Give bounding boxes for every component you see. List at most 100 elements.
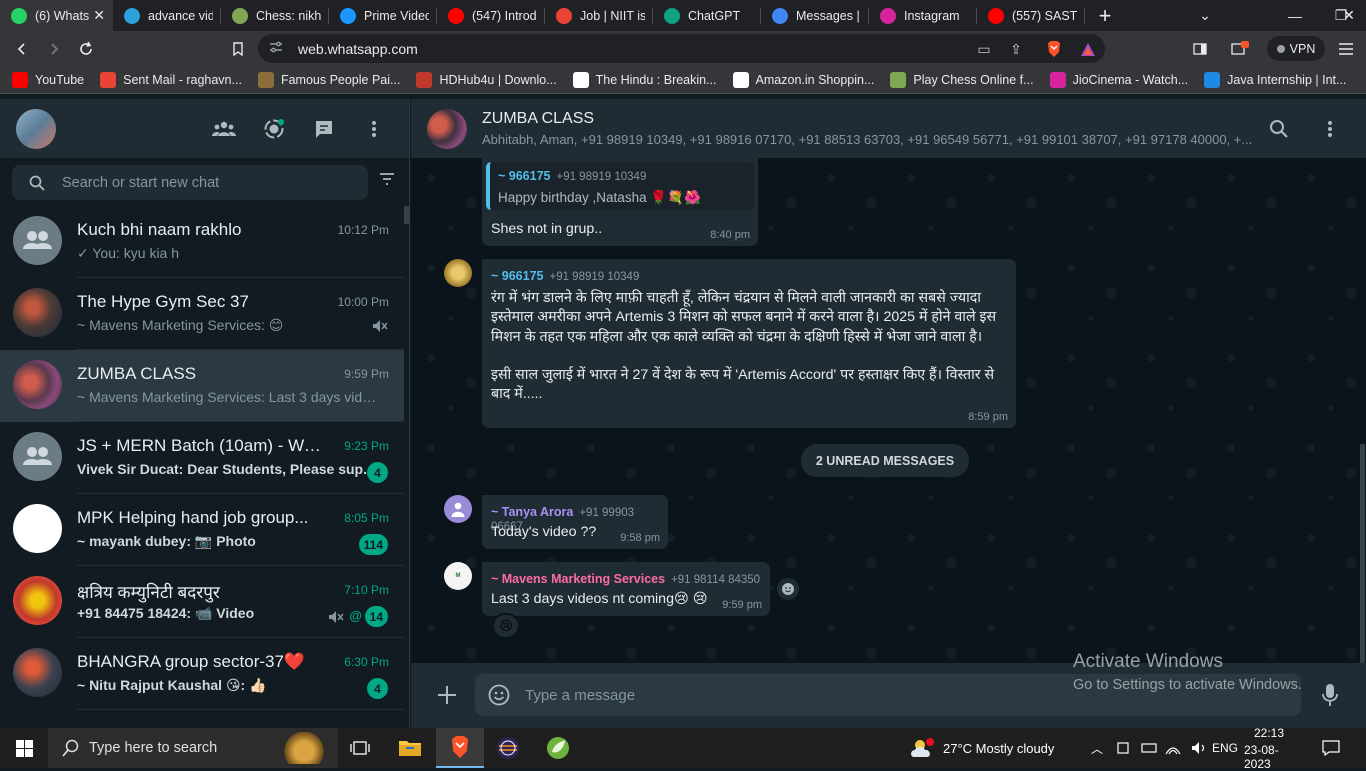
taskbar-search-box[interactable]: Type here to search xyxy=(48,728,338,768)
chat-list-scrollbar[interactable] xyxy=(404,206,410,224)
chat-list-item[interactable]: Kuch bhi naam rakhlo 10:12 Pm ✓ You: kyu k… xyxy=(0,206,404,278)
bookmark-item[interactable]: HDHub4u | Downlo... xyxy=(416,71,557,88)
chat-list-item[interactable]: ZUMBA CLASS 9:59 Pm ~ Mavens Marketing Ser… xyxy=(0,350,404,422)
browser-tab[interactable]: (557) SASTE S xyxy=(977,0,1085,31)
message-bubble[interactable]: ~ Mavens Marketing Services +91 98114 843… xyxy=(482,562,770,616)
chat-name: MPK Helping hand job group... xyxy=(77,508,309,527)
browser-tab[interactable]: (547) Introduc xyxy=(437,0,545,31)
start-button[interactable] xyxy=(0,728,48,768)
reload-button[interactable] xyxy=(70,33,102,65)
bookmark-icon[interactable] xyxy=(226,37,250,61)
forward-button[interactable] xyxy=(38,33,70,65)
chat-avatar[interactable] xyxy=(13,360,62,409)
browser-tab[interactable]: Instagram xyxy=(869,0,977,31)
site-info-icon[interactable] xyxy=(268,39,290,58)
cast-icon[interactable]: ▭ xyxy=(972,37,996,61)
message-bubble[interactable]: ~ 966175 +91 98919 10349 रंग में भंग डालन… xyxy=(482,259,1016,428)
search-messages-icon[interactable] xyxy=(1269,119,1289,144)
browser-tab[interactable]: (6) WhatsApp✕ xyxy=(0,0,113,31)
browser-tab[interactable]: Messages | M xyxy=(761,0,869,31)
show-hidden-icons[interactable]: ︿ xyxy=(1091,728,1103,768)
chat-list-item[interactable]: क्षत्रिय कम्युनिटी बदरपुर 7:10 Pm +91 8447… xyxy=(0,566,404,638)
brave-rewards-icon[interactable] xyxy=(1076,37,1100,61)
new-tab-button[interactable]: + xyxy=(1085,0,1125,31)
sender-avatar[interactable] xyxy=(444,259,472,287)
brave-shields-icon[interactable] xyxy=(1042,37,1066,61)
tab-search-button[interactable]: ⌄ xyxy=(1182,0,1228,31)
menu-icon[interactable] xyxy=(362,117,386,141)
vpn-button[interactable]: VPN xyxy=(1267,36,1325,61)
eclipse-icon[interactable] xyxy=(494,734,522,762)
bookmark-item[interactable]: Famous People Pai... xyxy=(257,71,400,88)
chat-list-item[interactable]: BHANGRA group sector-37❤️ 6:30 Pm ~ Nitu R… xyxy=(0,638,404,710)
chat-list-item[interactable]: JS + MERN Batch (10am) - Wee... 9:23 Pm Vi… xyxy=(0,422,404,494)
browser-tab[interactable]: Prime Video: I xyxy=(329,0,437,31)
notifications-icon[interactable] xyxy=(1228,37,1252,61)
sender-avatar[interactable]: M xyxy=(444,562,472,590)
conversation-header[interactable]: ZUMBA CLASS Abhitabh, Aman, +91 98919 10… xyxy=(411,99,1366,158)
browser-tab[interactable]: Chess: nikhill_ xyxy=(221,0,329,31)
search-highlight-icon[interactable] xyxy=(284,732,324,764)
browser-menu-icon[interactable] xyxy=(1334,37,1358,61)
chat-list-item[interactable]: The Hype Gym Sec 37 10:00 Pm ~ Mavens Mark… xyxy=(0,278,404,350)
message-reaction[interactable]: 😢 xyxy=(492,613,520,639)
emoji-icon[interactable] xyxy=(488,684,510,711)
chat-menu-icon[interactable] xyxy=(1327,120,1333,143)
message-input[interactable] xyxy=(525,686,1225,704)
status-icon[interactable] xyxy=(262,117,286,141)
new-chat-icon[interactable] xyxy=(312,117,336,141)
my-profile-avatar[interactable] xyxy=(16,108,56,149)
attach-plus-icon[interactable] xyxy=(437,685,457,710)
microphone-icon[interactable] xyxy=(1322,683,1338,712)
weather-widget[interactable]: 27°C Mostly cloudy xyxy=(910,728,1054,768)
conversation-scrollbar[interactable] xyxy=(1360,444,1365,663)
address-bar[interactable]: web.whatsapp.com ▭ ⇪ xyxy=(258,34,1105,63)
language-indicator[interactable]: ENG xyxy=(1212,728,1238,768)
brave-taskbar-active[interactable] xyxy=(436,728,484,768)
search-input[interactable] xyxy=(62,174,342,191)
browser-tab[interactable]: Job | NIIT is h xyxy=(545,0,653,31)
bookmark-item[interactable]: Play Chess Online f... xyxy=(890,71,1034,88)
bookmark-item[interactable]: Java Internship | Int... xyxy=(1204,71,1346,88)
browser-tab[interactable]: ChatGPT xyxy=(653,0,761,31)
chat-avatar[interactable] xyxy=(13,432,62,481)
chat-avatar[interactable] xyxy=(13,288,62,337)
mention-icon: @ xyxy=(349,608,362,623)
chat-avatar[interactable] xyxy=(13,216,62,265)
browser-tab[interactable]: advance video xyxy=(113,0,221,31)
close-tab-icon[interactable]: ✕ xyxy=(93,7,105,24)
spring-tool-suite-icon[interactable] xyxy=(544,734,572,762)
chat-avatar[interactable] xyxy=(13,576,62,625)
task-view-icon[interactable] xyxy=(346,734,374,762)
clock[interactable]: 22:13 23-08-2023 xyxy=(1244,726,1284,771)
share-icon[interactable]: ⇪ xyxy=(1004,37,1028,61)
filter-icon[interactable] xyxy=(378,172,396,191)
sidebar-toggle-icon[interactable] xyxy=(1188,37,1212,61)
chat-list-item[interactable]: MPK Helping hand job group... 8:05 Pm ~ ma… xyxy=(0,494,404,566)
bookmark-item[interactable]: JioCinema - Watch... xyxy=(1049,71,1188,88)
message-bubble[interactable]: ~ 966175 +91 98919 10349 Happy birthday ,… xyxy=(482,158,758,246)
communities-icon[interactable] xyxy=(212,117,236,141)
react-icon[interactable] xyxy=(777,578,799,600)
tab-title: Chess: nikhill_ xyxy=(256,8,321,23)
search-icon[interactable] xyxy=(12,175,62,191)
bookmark-item[interactable]: Amazon.in Shoppin... xyxy=(732,71,874,88)
system-tray-icon-group[interactable] xyxy=(1116,728,1210,768)
chat-avatar[interactable] xyxy=(13,648,62,697)
file-explorer-icon[interactable] xyxy=(396,734,424,762)
message-input-box[interactable] xyxy=(475,674,1301,716)
search-box[interactable] xyxy=(12,165,368,200)
chat-avatar[interactable] xyxy=(13,504,62,553)
bookmark-item[interactable]: The Hindu : Breakin... xyxy=(572,71,717,88)
back-button[interactable] xyxy=(6,33,38,65)
message-bubble[interactable]: ~ Tanya Arora +91 99903 06667 Today's vid… xyxy=(482,495,668,549)
notification-center-icon[interactable] xyxy=(1322,728,1340,768)
minimize-button[interactable]: — xyxy=(1272,0,1318,31)
quoted-text: Happy birthday ,Natasha 🌹💐🌺 xyxy=(498,190,701,205)
bookmark-item[interactable]: Sent Mail - raghavn... xyxy=(100,71,242,88)
quoted-message[interactable]: ~ 966175 +91 98919 10349 Happy birthday ,… xyxy=(486,162,754,210)
bookmark-item[interactable]: YouTube xyxy=(12,71,84,88)
close-window-button[interactable]: ✕ xyxy=(1326,0,1366,31)
group-avatar[interactable] xyxy=(427,109,467,149)
default-avatar-icon[interactable] xyxy=(444,495,472,523)
